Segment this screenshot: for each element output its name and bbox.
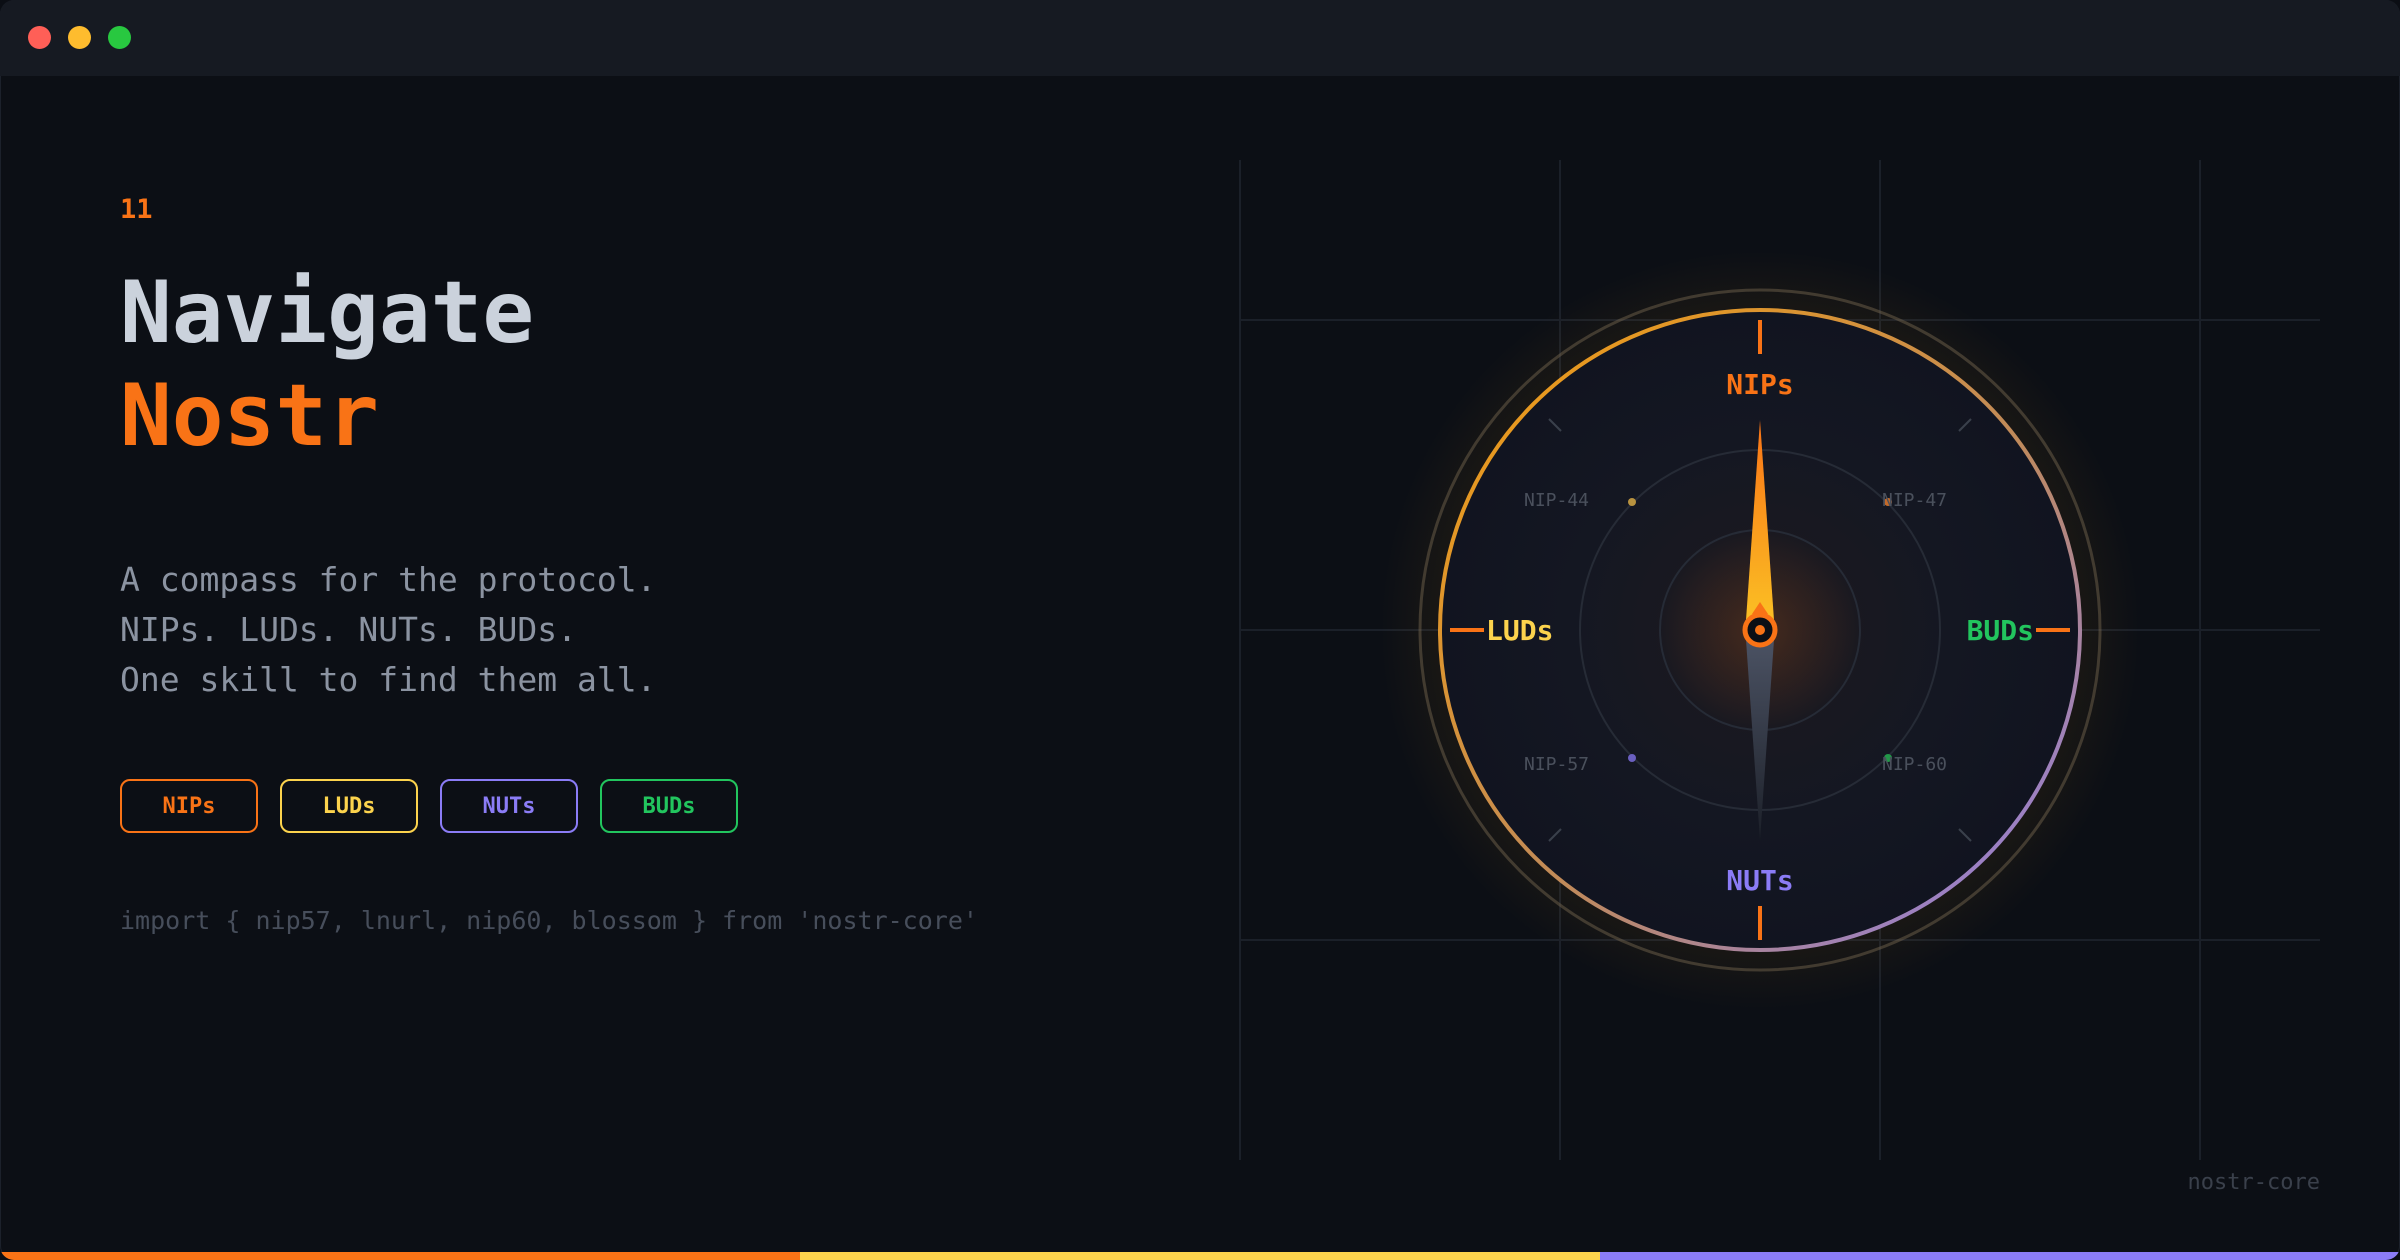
footer-brand: nostr-core	[2187, 1170, 2320, 1195]
compass-label-west: LUDs	[1486, 614, 1553, 647]
compass-illustration: NIPs NUTs LUDs BUDs NIP-44 NIP-47 NIP-57…	[1239, 160, 2320, 1160]
compass-label-sw: NIP-57	[1524, 754, 1589, 775]
app-window: 11 Navigate Nostr A compass for the prot…	[0, 0, 2400, 1260]
bottom-bar-segment-3	[1600, 1252, 2400, 1260]
compass-label-south: NUTs	[1726, 864, 1793, 897]
compass-label-nw: NIP-44	[1524, 490, 1589, 511]
bottom-bar-segment-1	[0, 1252, 800, 1260]
compass-label-se: NIP-60	[1882, 754, 1947, 775]
marker-dot-nw	[1628, 498, 1636, 506]
compass-label-ne: NIP-47	[1882, 490, 1947, 511]
bottom-bar-segment-2	[800, 1252, 1600, 1260]
marker-dot-sw	[1628, 754, 1636, 762]
compass-pivot-center	[1755, 625, 1765, 635]
compass-label-east: BUDs	[1967, 614, 2034, 647]
compass-label-north: NIPs	[1726, 368, 1793, 401]
